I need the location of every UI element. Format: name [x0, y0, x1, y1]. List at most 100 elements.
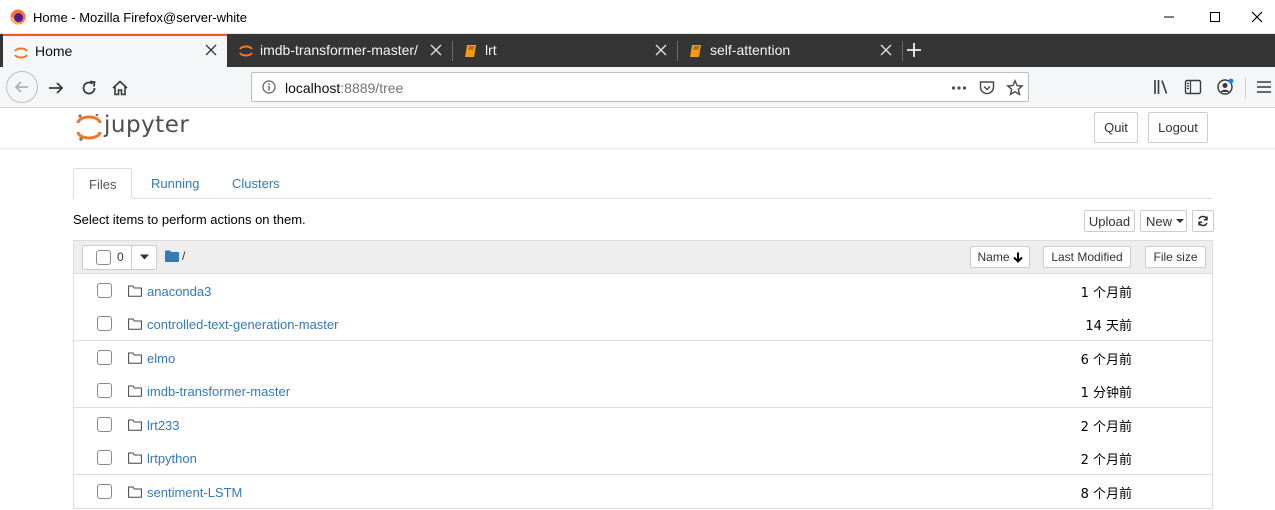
row-checkbox[interactable]: [97, 283, 112, 298]
row-checkbox[interactable]: [97, 316, 112, 331]
file-modified: 1 分钟前: [1080, 386, 1132, 401]
select-all-checkbox[interactable]: [96, 250, 111, 265]
file-modified: 1 个月前: [1080, 286, 1132, 301]
forward-arrow-icon[interactable]: [47, 79, 65, 97]
file-row[interactable]: sentiment-LSTM 8 个月前: [73, 475, 1213, 509]
sort-by-modified-button[interactable]: Last Modified: [1043, 246, 1131, 268]
row-checkbox[interactable]: [97, 484, 112, 499]
file-modified: 2 个月前: [1080, 420, 1132, 435]
new-tab-icon[interactable]: [906, 42, 922, 58]
sort-by-name-button[interactable]: Name: [970, 246, 1030, 268]
tab-clusters[interactable]: Clusters: [217, 168, 295, 199]
file-row[interactable]: lrt233 2 个月前: [73, 408, 1213, 442]
caret-down-icon: [140, 254, 149, 260]
info-icon[interactable]: [262, 80, 276, 94]
refresh-icon: [1198, 215, 1208, 227]
selection-hint: Select items to perform actions on them.: [73, 212, 306, 227]
close-tab-icon[interactable]: [205, 44, 217, 56]
menu-hamburger-icon[interactable]: [1255, 78, 1273, 96]
select-all-group: 0: [82, 245, 157, 270]
file-name-link[interactable]: elmo: [147, 351, 175, 366]
selected-count: 0: [117, 250, 124, 264]
new-dropdown-button[interactable]: New: [1140, 210, 1187, 232]
firefox-logo-icon: [10, 9, 26, 25]
navigation-toolbar: localhost:8889/tree: [0, 67, 1275, 108]
row-checkbox[interactable]: [97, 450, 112, 465]
close-tab-icon[interactable]: [430, 44, 442, 56]
tab-imdb-transformer[interactable]: imdb-transformer-master/: [228, 34, 452, 67]
file-modified: 6 个月前: [1080, 353, 1132, 368]
file-row[interactable]: controlled-text-generation-master 14 天前: [73, 307, 1213, 341]
file-list-header: 0 / Name Last Modified File size: [73, 240, 1213, 274]
close-tab-icon[interactable]: [655, 44, 667, 56]
file-name-link[interactable]: lrtpython: [147, 451, 197, 466]
upload-button[interactable]: Upload: [1084, 210, 1135, 232]
tab-self-attention[interactable]: self-attention: [678, 34, 902, 67]
folder-outline-icon: [128, 352, 142, 364]
toolbar-separator: [1245, 77, 1246, 99]
file-row[interactable]: anaconda3 1 个月前: [73, 274, 1213, 308]
folder-icon[interactable]: [165, 250, 179, 262]
minimize-icon: [1164, 16, 1174, 18]
browser-tab-strip: Home imdb-transformer-master/ lrt self-a…: [0, 34, 1275, 67]
folder-outline-icon: [128, 285, 142, 297]
file-name-link[interactable]: anaconda3: [147, 284, 211, 299]
tab-running[interactable]: Running: [136, 168, 214, 199]
folder-outline-icon: [128, 318, 142, 330]
home-icon[interactable]: [111, 79, 129, 97]
tab-separator: [902, 41, 903, 61]
minimize-button[interactable]: [1146, 0, 1192, 34]
arrow-down-icon: [1012, 252, 1023, 263]
select-dropdown-button[interactable]: [131, 245, 157, 270]
reload-icon[interactable]: [80, 79, 98, 97]
url-text[interactable]: localhost:8889/tree: [285, 80, 403, 96]
close-window-button[interactable]: [1238, 0, 1275, 34]
current-path[interactable]: /: [182, 249, 185, 263]
back-button[interactable]: [6, 71, 38, 103]
file-row[interactable]: imdb-transformer-master 1 分钟前: [73, 374, 1213, 408]
file-modified: 8 个月前: [1080, 487, 1132, 502]
name-column-label: Name: [977, 250, 1010, 264]
file-name-link[interactable]: sentiment-LSTM: [147, 485, 242, 500]
folder-outline-icon: [128, 419, 142, 431]
url-path: :8889/tree: [340, 80, 404, 96]
file-modified: 2 个月前: [1080, 453, 1132, 468]
window-title: Home - Mozilla Firefox@server-white: [33, 10, 248, 25]
row-checkbox[interactable]: [97, 417, 112, 432]
file-row[interactable]: elmo 6 个月前: [73, 341, 1213, 375]
maximize-icon: [1210, 12, 1220, 22]
file-name-link[interactable]: imdb-transformer-master: [147, 384, 290, 399]
tab-home[interactable]: Home: [3, 34, 227, 67]
row-checkbox[interactable]: [97, 383, 112, 398]
quit-button[interactable]: Quit: [1094, 112, 1138, 143]
tab-label: lrt: [485, 42, 497, 58]
page-actions-icon[interactable]: [950, 79, 968, 97]
file-name-link[interactable]: controlled-text-generation-master: [147, 317, 338, 332]
maximize-button[interactable]: [1192, 0, 1238, 34]
jupyter-logo-icon[interactable]: [76, 112, 102, 142]
tab-lrt[interactable]: lrt: [453, 34, 677, 67]
url-bar[interactable]: localhost:8889/tree: [251, 72, 1029, 102]
notebook-icon: [690, 45, 701, 57]
refresh-button[interactable]: [1192, 210, 1214, 232]
tab-label: self-attention: [710, 42, 791, 58]
library-icon[interactable]: [1152, 78, 1170, 96]
tab-label: Home: [35, 43, 73, 59]
pocket-icon[interactable]: [978, 79, 996, 97]
folder-outline-icon: [128, 385, 142, 397]
jupyter-icon: [239, 45, 253, 57]
tab-label: imdb-transformer-master/: [260, 42, 418, 58]
sort-by-size-button[interactable]: File size: [1145, 246, 1206, 268]
file-name-link[interactable]: lrt233: [147, 418, 180, 433]
row-checkbox[interactable]: [97, 350, 112, 365]
sidebar-icon[interactable]: [1184, 78, 1202, 96]
file-row[interactable]: lrtpython 2 个月前: [73, 441, 1213, 475]
tab-files[interactable]: Files: [73, 168, 133, 199]
folder-outline-icon: [128, 452, 142, 464]
close-tab-icon[interactable]: [880, 44, 892, 56]
bookmark-star-icon[interactable]: [1006, 79, 1024, 97]
jupyter-logo-text[interactable]: jupyter: [104, 112, 189, 138]
account-icon[interactable]: [1216, 78, 1234, 96]
logout-button[interactable]: Logout: [1148, 112, 1208, 143]
close-icon: [1251, 11, 1262, 23]
